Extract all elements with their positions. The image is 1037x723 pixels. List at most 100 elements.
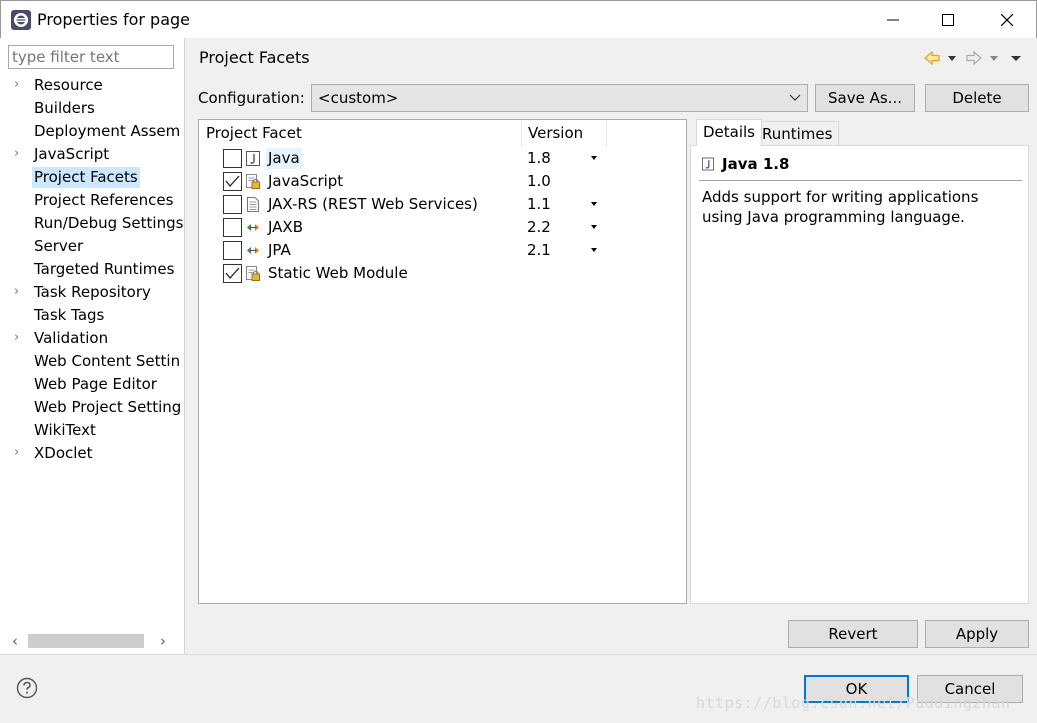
- tree-item-web-project-settings[interactable]: Web Project Setting: [0, 396, 185, 419]
- tree-item-xdoclet[interactable]: › XDoclet: [0, 442, 185, 465]
- version-dropdown-icon[interactable]: [591, 248, 597, 252]
- checkmark-icon: [225, 267, 240, 280]
- tree-item-label: Validation: [34, 329, 109, 347]
- chevron-right-icon[interactable]: ›: [14, 446, 26, 460]
- tree-item-label: Builders: [34, 99, 95, 117]
- tree-item-run-debug-settings[interactable]: Run/Debug Settings: [0, 212, 185, 235]
- tree-item-label: Project Facets: [32, 167, 140, 188]
- page-navigation-toolbar: [924, 50, 1021, 66]
- forward-arrow-icon[interactable]: [966, 50, 982, 66]
- java-icon: [702, 157, 714, 171]
- facet-version: 1.8: [527, 149, 551, 167]
- version-dropdown-icon[interactable]: [591, 202, 597, 206]
- locked-facet-icon: [246, 174, 260, 189]
- maximize-button[interactable]: [919, 1, 977, 39]
- tree-item-project-references[interactable]: Project References: [0, 189, 185, 212]
- view-menu-icon[interactable]: [1011, 56, 1021, 61]
- back-menu-chevron-icon[interactable]: [948, 56, 956, 61]
- tree-item-resource[interactable]: › Resource: [0, 74, 185, 97]
- version-dropdown-icon[interactable]: [591, 156, 597, 160]
- revert-button[interactable]: Revert: [788, 620, 918, 648]
- document-icon: [247, 197, 259, 212]
- tree-item-label: Resource: [34, 76, 103, 94]
- tab-runtimes[interactable]: Runtimes: [755, 121, 840, 147]
- facet-row-static-web-module[interactable]: Static Web Module: [199, 262, 686, 285]
- tree-item-label: Web Page Editor: [34, 375, 157, 393]
- tree-item-label: Targeted Runtimes: [34, 260, 175, 278]
- watermark: https://blog.csdn.net/Puddingzhan: [696, 694, 1011, 712]
- tree-item-label: Project References: [34, 191, 174, 209]
- tree-item-web-content-settings[interactable]: Web Content Settin: [0, 350, 185, 373]
- scrollbar-thumb[interactable]: [28, 634, 144, 648]
- tree-item-task-repository[interactable]: › Task Repository: [0, 281, 185, 304]
- page-header: Project Facets: [186, 38, 1037, 78]
- horizontal-scrollbar[interactable]: ‹ ›: [6, 631, 176, 651]
- tree-item-builders[interactable]: Builders: [0, 97, 185, 120]
- facet-checkbox[interactable]: [223, 264, 242, 283]
- facet-row-java[interactable]: Java 1.8: [199, 147, 686, 170]
- forward-menu-chevron-icon[interactable]: [990, 56, 998, 61]
- close-button[interactable]: [978, 1, 1036, 39]
- chevron-right-icon[interactable]: ›: [14, 285, 26, 299]
- tree-item-label: JavaScript: [34, 145, 110, 163]
- title-bar: Properties for page: [0, 0, 1037, 38]
- facet-name: JAXB: [268, 218, 303, 236]
- facet-name: Static Web Module: [268, 264, 408, 282]
- facet-version: 2.1: [527, 241, 551, 259]
- chevron-right-icon[interactable]: ›: [14, 147, 26, 161]
- column-header-facet[interactable]: Project Facet: [199, 120, 521, 147]
- facet-name: JAX-RS (REST Web Services): [268, 195, 478, 213]
- facet-row-jaxb[interactable]: JAXB 2.2: [199, 216, 686, 239]
- footer-divider: [0, 654, 1037, 655]
- facet-version: 1.0: [527, 172, 551, 190]
- facet-checkbox[interactable]: [223, 195, 242, 214]
- facet-checkbox[interactable]: [223, 218, 242, 237]
- apply-button[interactable]: Apply: [925, 620, 1029, 648]
- chevron-right-icon[interactable]: ›: [14, 78, 26, 92]
- tree-item-server[interactable]: Server: [0, 235, 185, 258]
- tree-item-label: Deployment Assem: [34, 122, 181, 140]
- help-icon[interactable]: [16, 677, 38, 699]
- tree-item-task-tags[interactable]: Task Tags: [0, 304, 185, 327]
- tree-item-label: WikiText: [34, 421, 96, 439]
- minimize-button[interactable]: [864, 1, 922, 39]
- scroll-right-icon[interactable]: ›: [154, 631, 172, 651]
- column-divider: [606, 120, 607, 147]
- tree-item-validation[interactable]: › Validation: [0, 327, 185, 350]
- save-as-button[interactable]: Save As...: [815, 84, 915, 112]
- facet-name: JavaScript: [268, 172, 344, 190]
- details-divider: [699, 180, 1022, 181]
- tree-item-web-page-editor[interactable]: Web Page Editor: [0, 373, 185, 396]
- tree-item-javascript[interactable]: › JavaScript: [0, 143, 185, 166]
- preferences-navigation-pane: › Resource Builders Deployment Assem › Jav…: [0, 38, 185, 655]
- tab-details[interactable]: Details: [696, 119, 763, 146]
- tree-item-label: Task Repository: [34, 283, 151, 301]
- arrows-icon: [247, 224, 259, 231]
- tree-item-project-facets[interactable]: Project Facets: [0, 166, 185, 189]
- version-dropdown-icon[interactable]: [591, 225, 597, 229]
- facet-row-jpa[interactable]: JPA 2.1: [199, 239, 686, 262]
- filter-input[interactable]: [8, 45, 174, 69]
- column-header-version[interactable]: Version: [521, 120, 606, 147]
- back-arrow-icon[interactable]: [924, 50, 940, 66]
- facet-name: JPA: [268, 241, 291, 259]
- scroll-left-icon[interactable]: ‹: [6, 631, 24, 651]
- tree-item-deployment-assembly[interactable]: Deployment Assem: [0, 120, 185, 143]
- facet-name: Java: [266, 148, 302, 169]
- configuration-value: <custom>: [318, 89, 399, 107]
- facet-checkbox[interactable]: [223, 241, 242, 260]
- facet-checkbox[interactable]: [223, 172, 242, 191]
- details-description: Adds support for writing applications us…: [702, 188, 979, 226]
- tree-item-label: Web Project Setting: [34, 398, 182, 416]
- chevron-right-icon[interactable]: ›: [14, 331, 26, 345]
- delete-button[interactable]: Delete: [925, 84, 1029, 112]
- details-panel: Java 1.8 Adds support for writing applic…: [690, 145, 1029, 604]
- facet-checkbox[interactable]: [223, 149, 242, 168]
- facet-row-jax-rs[interactable]: JAX-RS (REST Web Services) 1.1: [199, 193, 686, 216]
- configuration-select[interactable]: <custom>: [311, 84, 808, 112]
- tree-item-targeted-runtimes[interactable]: Targeted Runtimes: [0, 258, 185, 281]
- tree-item-wikitext[interactable]: WikiText: [0, 419, 185, 442]
- eclipse-app-icon: [11, 10, 31, 30]
- checkmark-icon: [225, 175, 240, 188]
- facet-row-javascript[interactable]: JavaScript 1.0: [199, 170, 686, 193]
